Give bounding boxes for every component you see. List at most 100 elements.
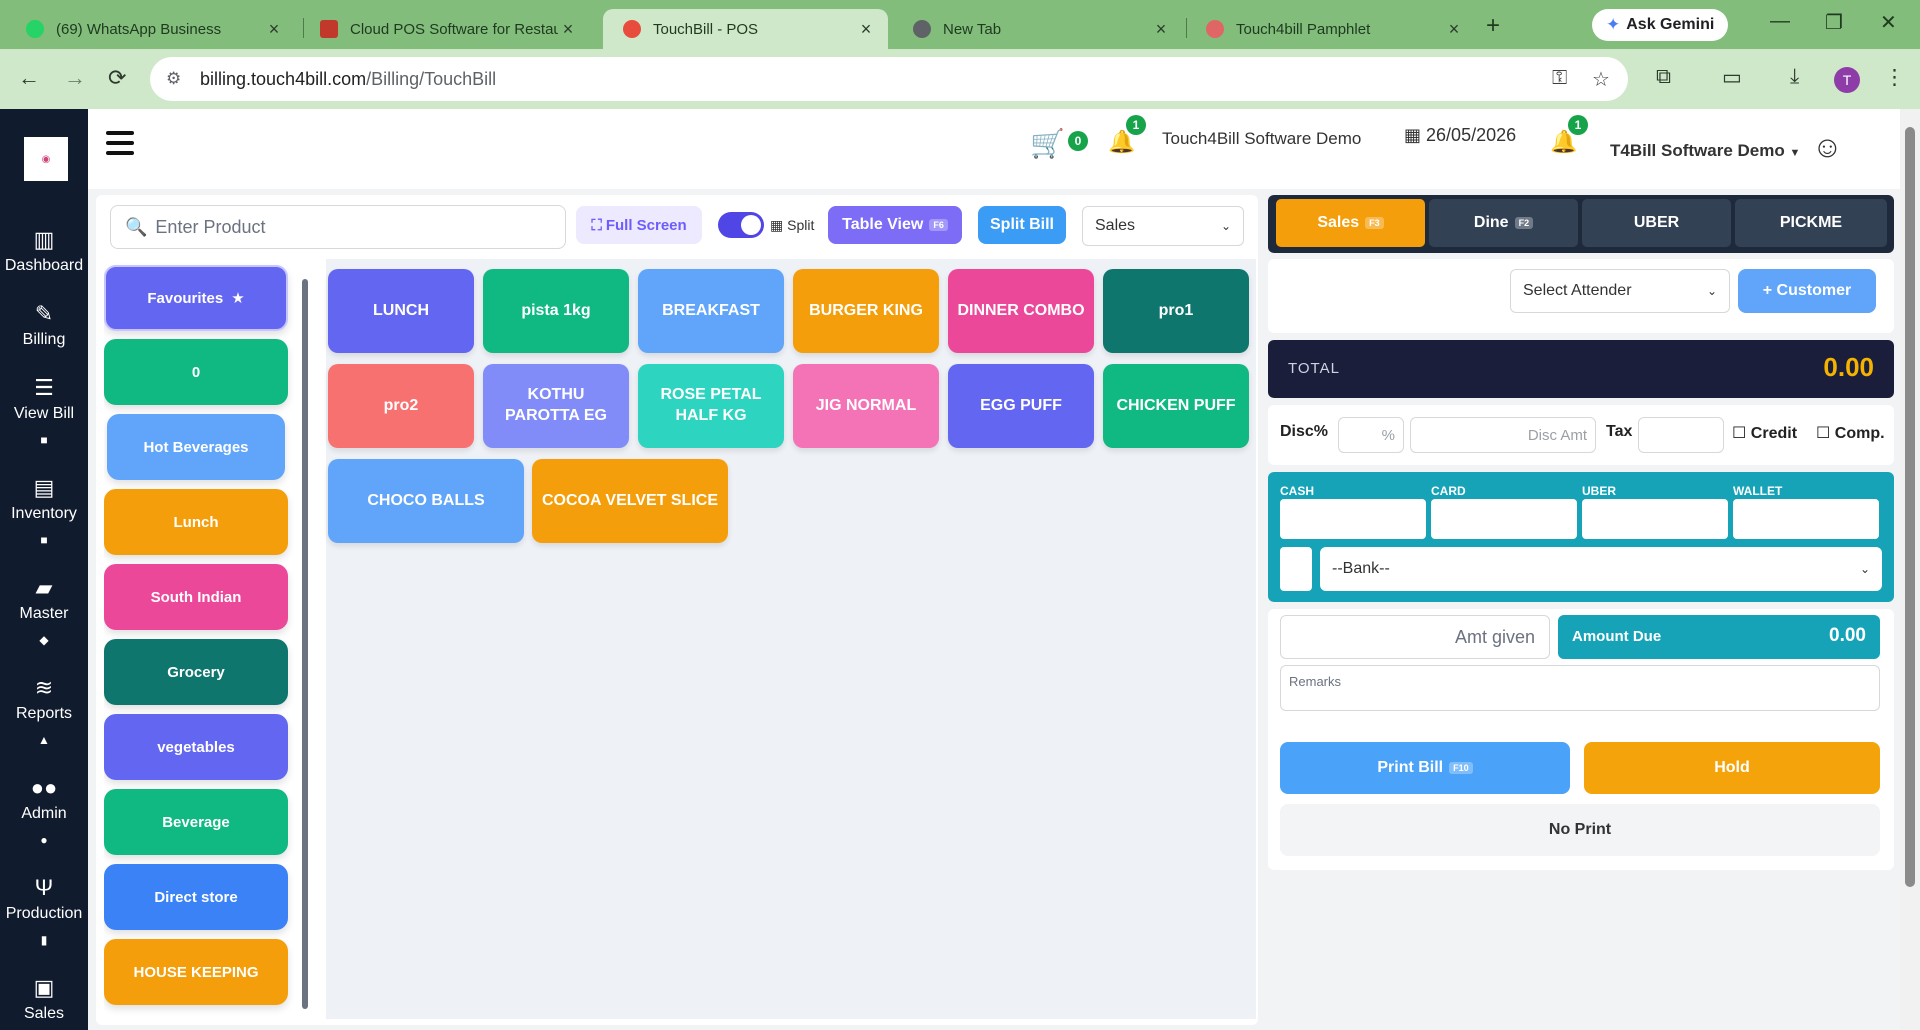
back-button[interactable]: ← <box>18 65 40 91</box>
product-pro1[interactable]: pro1 <box>1103 269 1249 353</box>
table-view-button[interactable]: Table View F6 <box>828 206 962 244</box>
category-lunch[interactable]: Lunch <box>104 489 288 555</box>
remarks-input[interactable]: Remarks <box>1280 665 1880 711</box>
profile-avatar[interactable]: T <box>1834 67 1860 93</box>
cart-icon[interactable]: 🛒 <box>1030 127 1065 160</box>
browser-tab-whatsapp[interactable]: (69) WhatsApp Business × <box>6 9 296 49</box>
product-rose-petal-half-kg[interactable]: ROSE PETAL HALF KG <box>638 364 784 448</box>
category-hot-beverages[interactable]: Hot Beverages <box>107 414 285 480</box>
user-menu[interactable]: T4Bill Software Demo ▼ <box>1610 141 1800 161</box>
hamburger-menu-button[interactable] <box>106 131 134 161</box>
browser-tab-touchbill[interactable]: TouchBill - POS × <box>603 9 888 49</box>
product-jig-normal[interactable]: JIG NORMAL <box>793 364 939 448</box>
product-pro2[interactable]: pro2 <box>328 364 474 448</box>
sidebar-item-view-bill[interactable]: ☰ View Bill ■ <box>0 375 88 447</box>
category-grocery[interactable]: Grocery <box>104 639 288 705</box>
browser-tab-new-tab[interactable]: New Tab × <box>893 9 1183 49</box>
category-house-keeping[interactable]: HOUSE KEEPING <box>104 939 288 1005</box>
close-icon[interactable]: × <box>558 19 578 40</box>
attender-select[interactable]: Select Attender ⌄ <box>1510 269 1730 313</box>
download-icon[interactable]: ⤓ <box>1790 65 1799 89</box>
cash-input[interactable] <box>1280 499 1426 539</box>
category-beverage[interactable]: Beverage <box>104 789 288 855</box>
category-vegetables[interactable]: vegetables <box>104 714 288 780</box>
discount-amount-input[interactable]: Disc Amt <box>1410 417 1596 453</box>
product-dinner-combo[interactable]: DINNER COMBO <box>948 269 1094 353</box>
bank-select[interactable]: --Bank-- ⌄ <box>1320 547 1882 591</box>
no-print-button[interactable]: No Print <box>1280 804 1880 856</box>
tab-uber[interactable]: UBER <box>1582 199 1731 247</box>
maximize-button[interactable]: ❐ <box>1825 10 1843 35</box>
gemini-icon: ✦ <box>1606 15 1621 34</box>
category-scrollbar[interactable] <box>302 279 308 1009</box>
product-chicken-puff[interactable]: CHICKEN PUFF <box>1103 364 1249 448</box>
category-favourites[interactable]: Favourites ★ <box>104 265 288 331</box>
product-egg-puff[interactable]: EGG PUFF <box>948 364 1094 448</box>
browser-tab-cloud-pos[interactable]: Cloud POS Software for Restau × <box>300 9 590 49</box>
whatsapp-icon <box>26 20 44 38</box>
amount-given-input[interactable]: Amt given <box>1280 615 1550 659</box>
new-tab-button[interactable]: + <box>1486 12 1500 40</box>
product-pista-1kg[interactable]: pista 1kg <box>483 269 629 353</box>
comp-checkbox[interactable]: ☐ Comp. <box>1816 423 1885 443</box>
close-icon[interactable]: × <box>264 19 284 40</box>
page-scrollbar-thumb[interactable] <box>1905 127 1915 887</box>
tab-pickme[interactable]: PICKME <box>1735 199 1887 247</box>
product-burger-king[interactable]: BURGER KING <box>793 269 939 353</box>
full-screen-button[interactable]: ⛶ Full Screen <box>576 206 702 244</box>
ask-gemini-button[interactable]: ✦ Ask Gemini <box>1592 9 1729 41</box>
star-icon[interactable]: ☆ <box>1592 67 1610 92</box>
wallet-input[interactable] <box>1733 499 1879 539</box>
sidebar-item-dashboard[interactable]: ▥ Dashboard <box>0 227 88 275</box>
sidebar-item-admin[interactable]: ●● Admin ● <box>0 775 88 847</box>
close-icon[interactable]: × <box>1151 19 1171 40</box>
product-choco-balls[interactable]: CHOCO BALLS <box>328 459 524 543</box>
extensions-icon[interactable]: ⧉ <box>1656 65 1671 89</box>
product-kothu-parotta-eg[interactable]: KOTHU PAROTTA EG <box>483 364 629 448</box>
credit-checkbox[interactable]: ☐ Credit <box>1732 423 1797 443</box>
category-south-indian[interactable]: South Indian <box>104 564 288 630</box>
app-logo[interactable]: ◉ <box>24 137 68 181</box>
add-customer-button[interactable]: + Customer <box>1738 269 1876 313</box>
cast-icon[interactable]: ▭ <box>1722 65 1742 90</box>
uber-input[interactable] <box>1582 499 1728 539</box>
url-text[interactable]: billing.touch4bill.com/Billing/TouchBill <box>200 69 496 90</box>
forward-button[interactable]: → <box>64 65 86 91</box>
sidebar-item-billing[interactable]: ✎ Billing <box>0 301 88 349</box>
close-icon[interactable]: × <box>856 19 876 40</box>
sidebar-item-reports[interactable]: ≋ Reports ▲ <box>0 675 88 747</box>
product-lunch[interactable]: LUNCH <box>328 269 474 353</box>
discount-percent-input[interactable]: % <box>1338 417 1404 453</box>
sidebar-item-inventory[interactable]: ▤ Inventory ■ <box>0 475 88 547</box>
page-scrollbar[interactable] <box>1900 109 1920 1030</box>
menu-dots-icon[interactable]: ⋮ <box>1884 65 1905 90</box>
tab-sales[interactable]: Sales F3 <box>1276 199 1425 247</box>
tab-dine[interactable]: Dine F2 <box>1429 199 1578 247</box>
tab-title: (69) WhatsApp Business <box>56 20 222 38</box>
site-settings-icon[interactable]: ⚙ <box>166 69 188 89</box>
product-breakfast[interactable]: BREAKFAST <box>638 269 784 353</box>
sidebar-item-master[interactable]: ▰ Master ◆ <box>0 575 88 647</box>
tax-input[interactable] <box>1638 417 1724 453</box>
key-icon[interactable]: ⚿ <box>1552 67 1567 90</box>
hold-button[interactable]: Hold <box>1584 742 1880 794</box>
reload-button[interactable]: ⟳ <box>108 65 126 91</box>
sidebar-item-sales[interactable]: ▣ Sales <box>0 975 88 1023</box>
card-input[interactable] <box>1431 499 1577 539</box>
print-bill-button[interactable]: Print Bill F10 <box>1280 742 1570 794</box>
split-bill-button[interactable]: Split Bill <box>978 206 1066 244</box>
mode-select[interactable]: Sales ⌄ <box>1082 206 1244 246</box>
url-omnibox[interactable]: ⚙ billing.touch4bill.com/Billing/TouchBi… <box>150 57 1628 101</box>
category-0[interactable]: 0 <box>104 339 288 405</box>
sidebar-item-production[interactable]: Ψ Production ▮ <box>0 875 88 947</box>
split-toggle[interactable] <box>718 212 764 238</box>
minimize-button[interactable]: — <box>1770 10 1790 33</box>
product-search-input[interactable]: 🔍 Enter Product <box>110 205 566 249</box>
close-window-button[interactable]: ✕ <box>1880 10 1897 35</box>
bank-ref-input[interactable] <box>1280 547 1312 591</box>
product-cocoa-velvet-slice[interactable]: COCOA VELVET SLICE <box>532 459 728 543</box>
browser-tab-pamphlet[interactable]: Touch4bill Pamphlet × <box>1186 9 1476 49</box>
category-direct-store[interactable]: Direct store <box>104 864 288 930</box>
close-icon[interactable]: × <box>1444 19 1464 40</box>
user-avatar[interactable]: ☺ <box>1812 131 1843 165</box>
